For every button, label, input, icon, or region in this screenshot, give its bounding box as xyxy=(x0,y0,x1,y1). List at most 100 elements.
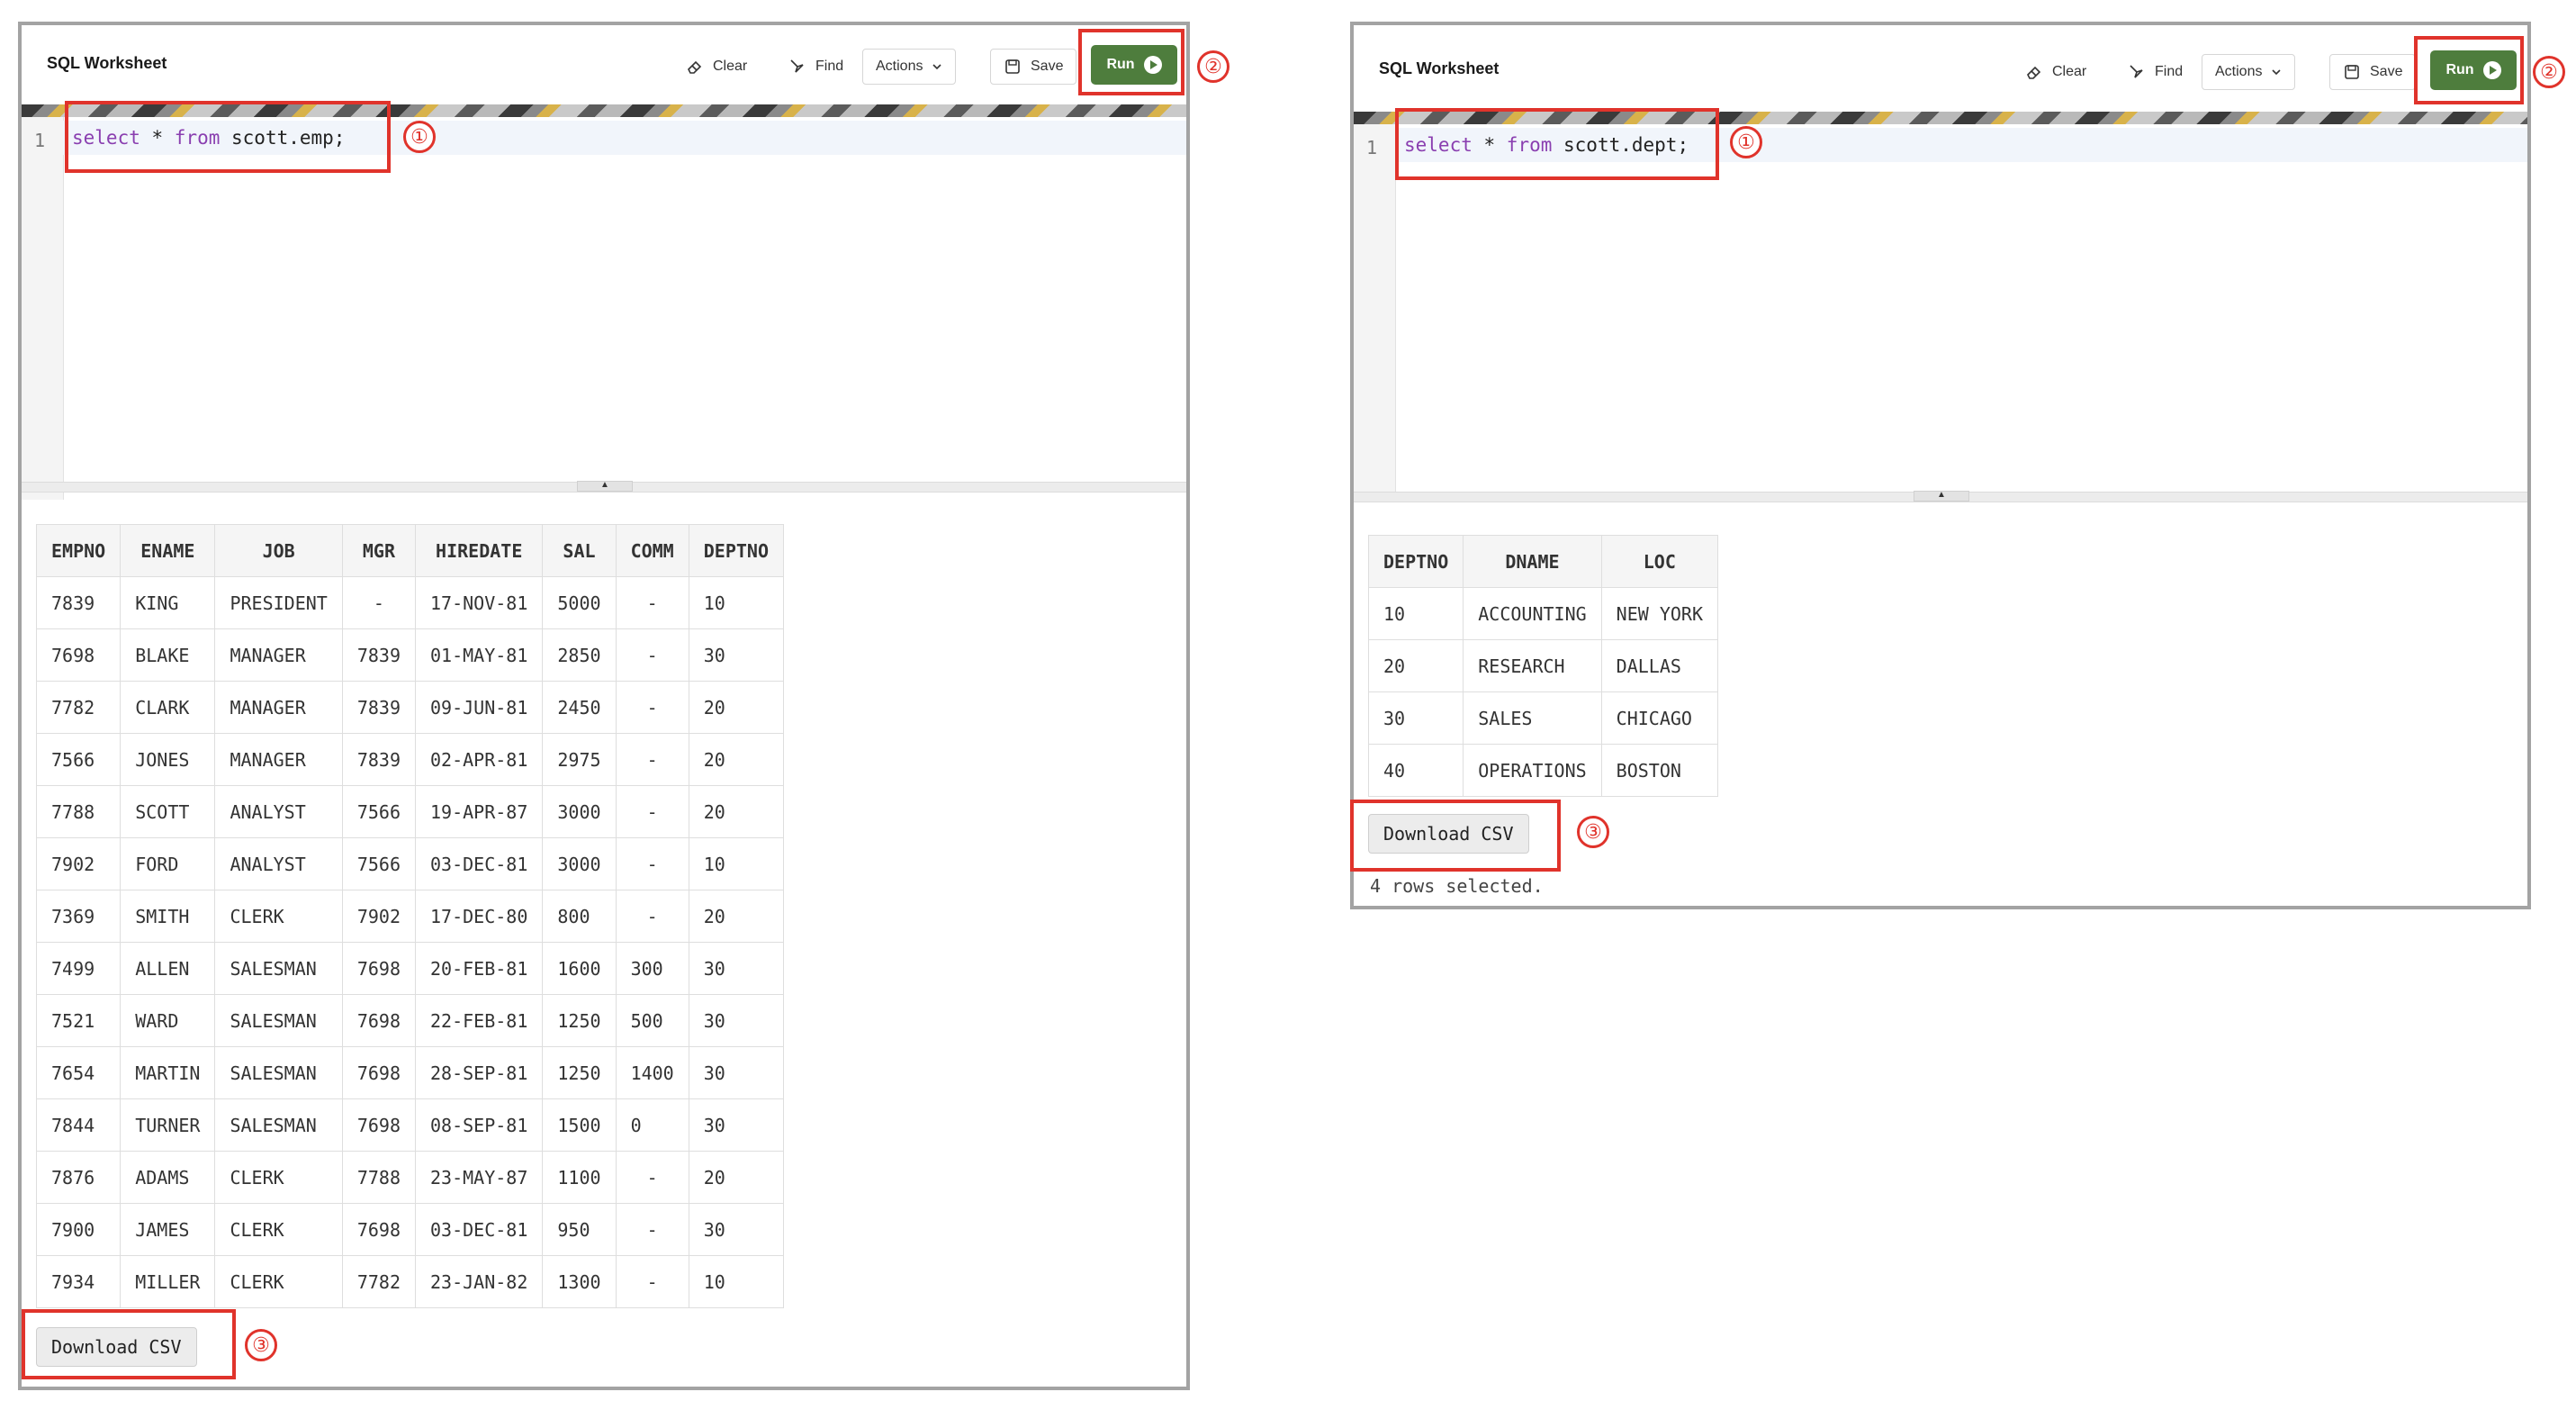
table-row: 40 OPERATIONS BOSTON xyxy=(1367,744,1719,797)
caret-up-icon[interactable]: ▲ xyxy=(577,481,633,492)
table-cell: RESEARCH xyxy=(1463,639,1602,692)
table-cell: 7566 xyxy=(341,785,417,838)
table-cell: 30 xyxy=(688,1046,784,1099)
pane-splitter[interactable]: ▲ xyxy=(1354,491,2527,502)
table-cell: - xyxy=(615,785,689,838)
step-marker-2: ② xyxy=(2533,56,2565,88)
table-row: 7698 BLAKE MANAGER 7839 01-MAY-81 2850-30 xyxy=(35,628,784,682)
pane-splitter[interactable]: ▲ xyxy=(22,481,1186,493)
table-cell: FORD xyxy=(120,837,216,890)
eraser-icon xyxy=(688,60,702,74)
table-row: 7900 JAMES CLERK 7698 03-DEC-81 950-30 xyxy=(35,1203,784,1256)
table-cell: 7698 xyxy=(341,942,417,995)
table-cell: 20 xyxy=(688,890,784,943)
caret-up-icon[interactable]: ▲ xyxy=(1914,491,1969,502)
table-row: 7876 ADAMS CLERK 7788 23-MAY-87 1100-20 xyxy=(35,1151,784,1204)
table-cell: 3000 xyxy=(542,785,617,838)
table-cell: 40 xyxy=(1367,744,1464,797)
table-cell: - xyxy=(615,733,689,786)
column-header: COMM xyxy=(615,524,689,577)
table-cell: 2850 xyxy=(542,628,617,682)
table-cell: SALESMAN xyxy=(214,942,343,995)
find-label: Find xyxy=(2155,64,2184,79)
table-row: 7782 CLARK MANAGER 7839 09-JUN-81 2450-20 xyxy=(35,681,784,734)
clear-button[interactable]: Clear xyxy=(2025,54,2086,90)
find-button[interactable]: Find xyxy=(2128,54,2183,90)
clear-button[interactable]: Clear xyxy=(686,49,747,85)
table-cell: SALESMAN xyxy=(214,1046,343,1099)
table-cell: 08-SEP-81 xyxy=(415,1098,544,1152)
table-cell: 20 xyxy=(688,1151,784,1204)
callout-box-download-right xyxy=(1350,800,1561,872)
table-cell: 10 xyxy=(688,576,784,629)
table-cell: CHICAGO xyxy=(1600,691,1719,745)
results-table: EMPNO ENAME JOB MGR HIREDATE SAL COMM DEPTNO 78… xyxy=(35,524,784,1308)
sql-editor[interactable]: 1 select * from scott.emp; xyxy=(22,117,1186,500)
table-cell: 10 xyxy=(688,837,784,890)
table-cell: 7934 xyxy=(35,1255,122,1308)
table-cell: 02-APR-81 xyxy=(415,733,544,786)
table-cell: 17-DEC-80 xyxy=(415,890,544,943)
table-cell: 20 xyxy=(688,785,784,838)
table-cell: 30 xyxy=(688,994,784,1047)
table-cell: 10 xyxy=(1367,587,1464,640)
table-cell: 28-SEP-81 xyxy=(415,1046,544,1099)
table-cell: - xyxy=(615,1255,689,1308)
table-header-row: DEPTNO DNAME LOC xyxy=(1367,535,1719,588)
table-row: 7902 FORD ANALYST 7566 03-DEC-81 3000-10 xyxy=(35,837,784,890)
table-cell: 7698 xyxy=(35,628,122,682)
save-button[interactable]: Save xyxy=(990,49,1077,85)
table-cell: PRESIDENT xyxy=(214,576,343,629)
table-cell: NEW YORK xyxy=(1600,587,1719,640)
table-cell: 09-JUN-81 xyxy=(415,681,544,734)
table-cell: - xyxy=(615,1151,689,1204)
table-cell: BLAKE xyxy=(120,628,216,682)
table-cell: - xyxy=(615,576,689,629)
table-cell: KING xyxy=(120,576,216,629)
table-cell: - xyxy=(615,837,689,890)
table-cell: 1100 xyxy=(542,1151,617,1204)
table-cell: 7788 xyxy=(35,785,122,838)
table-cell: 20 xyxy=(688,681,784,734)
table-cell: MANAGER xyxy=(214,628,343,682)
table-cell: 7839 xyxy=(341,681,417,734)
table-cell: 0 xyxy=(615,1098,689,1152)
table-row: 7369 SMITH CLERK 7902 17-DEC-80 800-20 xyxy=(35,890,784,943)
column-header: LOC xyxy=(1600,535,1719,588)
table-cell: 03-DEC-81 xyxy=(415,1203,544,1256)
table-row: 20 RESEARCH DALLAS xyxy=(1367,639,1719,692)
table-cell: CLERK xyxy=(214,1203,343,1256)
table-cell: - xyxy=(615,890,689,943)
table-row: 7654 MARTIN SALESMAN 7698 28-SEP-81 1250 1400 3… xyxy=(35,1046,784,1099)
line-number: 1 xyxy=(34,130,46,151)
table-cell: 22-FEB-81 xyxy=(415,994,544,1047)
table-cell: SALESMAN xyxy=(214,1098,343,1152)
clear-label: Clear xyxy=(2052,64,2087,79)
save-button[interactable]: Save xyxy=(2329,54,2417,90)
table-cell: ANALYST xyxy=(214,837,343,890)
table-cell: 7844 xyxy=(35,1098,122,1152)
table-cell: 300 xyxy=(615,942,689,995)
table-cell: 30 xyxy=(688,1203,784,1256)
table-cell: 7698 xyxy=(341,1203,417,1256)
table-cell: 7698 xyxy=(341,1046,417,1099)
table-cell: 30 xyxy=(1367,691,1464,745)
table-cell: 7782 xyxy=(35,681,122,734)
save-icon xyxy=(2345,65,2359,79)
table-cell: 7698 xyxy=(341,1098,417,1152)
step-marker-1: ① xyxy=(1730,126,1762,158)
callout-box-editor-left xyxy=(65,101,391,173)
find-button[interactable]: Find xyxy=(788,49,843,85)
find-label: Find xyxy=(815,59,844,74)
table-cell: ADAMS xyxy=(120,1151,216,1204)
table-cell: 30 xyxy=(688,942,784,995)
actions-dropdown[interactable]: Actions xyxy=(2202,54,2296,90)
chevron-down-icon xyxy=(932,64,942,70)
actions-dropdown[interactable]: Actions xyxy=(862,49,957,85)
left-worksheet-panel: SQL Worksheet Clear Find Actions Save Ru… xyxy=(18,22,1190,1390)
table-cell: 1500 xyxy=(542,1098,617,1152)
table-cell: 7782 xyxy=(341,1255,417,1308)
table-cell: JAMES xyxy=(120,1203,216,1256)
table-cell: 7521 xyxy=(35,994,122,1047)
worksheet-header: SQL Worksheet Clear Find Actions Save Ru… xyxy=(1354,25,2527,115)
